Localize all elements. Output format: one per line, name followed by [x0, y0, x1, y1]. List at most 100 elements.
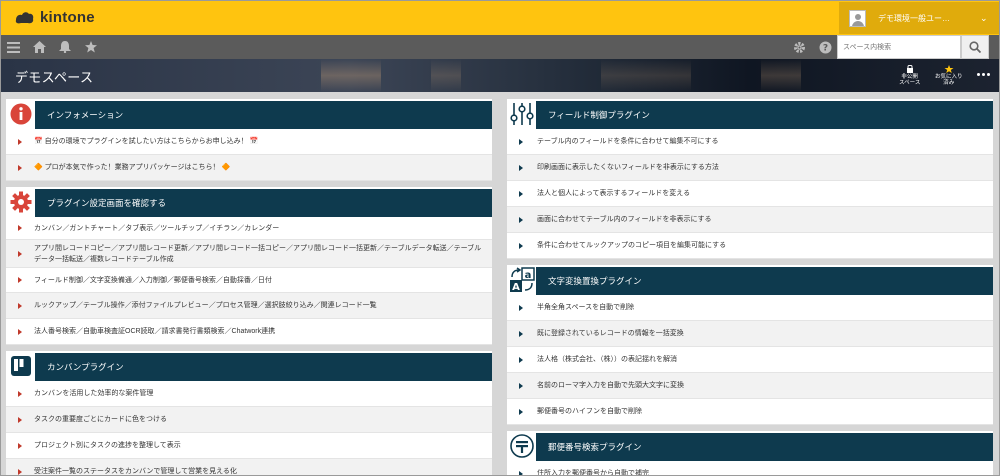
logo-text: kintone: [40, 9, 95, 26]
private-label-2: スペース: [899, 80, 921, 86]
bullet-arrow-icon: [519, 138, 523, 145]
list-item-text: 半角全角スペースを自動で削除: [537, 304, 635, 311]
user-menu[interactable]: デモ環境一般ユー… ⌄: [839, 2, 999, 34]
bullet-arrow-icon: [18, 416, 22, 423]
info-icon: [6, 99, 35, 129]
list-item-link[interactable]: 受注案件一覧のステータスをカンバンで管理して営業を見える化: [6, 459, 492, 475]
bullet-arrow-icon: [18, 250, 22, 257]
link-section: Aa 文字変換置換プラグイン 半角全角スペースを自動で削除 既に登録されているレコード…: [507, 265, 993, 425]
list-item-text: テーブル内のフィールドを条件に合わせて編集不可にする: [537, 138, 719, 145]
list-item-link[interactable]: 法人格（株式会社、（株））の表記揺れを解消: [507, 347, 993, 373]
right-column: フィールド制御プラグインテーブル内のフィールドを条件に合わせて編集不可にする 印刷…: [507, 99, 993, 475]
kanban-icon: [6, 351, 35, 381]
more-options-icon[interactable]: [977, 73, 990, 76]
home-icon[interactable]: [31, 39, 47, 55]
left-column: インフォメーション 📅 自分の環境でプラグインを試したい方はこちらからお申し込み！…: [6, 99, 492, 475]
section-title: フィールド制御プラグイン: [536, 101, 993, 129]
bullet-arrow-icon: [18, 390, 22, 397]
bullet-arrow-icon: [519, 164, 523, 171]
list-item-text: フィールド制御／文字変換備通／入力制御／郵便番号検索／自動採番／日付: [34, 276, 272, 284]
bullet-arrow-icon: [18, 277, 22, 283]
list-item-text: 既に登録されているレコードの情報を一括変換: [537, 330, 684, 337]
avatar: [849, 9, 866, 27]
section-header: Aa 文字変換置換プラグイン: [507, 265, 993, 295]
top-header: kintone デモ環境一般ユー… ⌄: [1, 1, 999, 35]
bullet-arrow-icon: [18, 225, 22, 231]
bullet-arrow-icon: [519, 356, 523, 363]
space-search-input[interactable]: [837, 35, 961, 59]
bullet-arrow-icon: [519, 408, 523, 415]
section-header: フィールド制御プラグイン: [507, 99, 993, 129]
section-title: 郵便番号検索プラグイン: [536, 433, 993, 461]
list-item-link[interactable]: 法人と個人によって表示するフィールドを変える: [507, 181, 993, 207]
favorite-label-2: 済み: [943, 80, 955, 86]
svg-text:?: ?: [822, 43, 827, 53]
list-item-link[interactable]: カンバンを活用した効率的な案件管理: [6, 381, 492, 407]
list-item-link[interactable]: 📅 自分の環境でプラグインを試したい方はこちらからお申し込み！ 📅: [6, 129, 492, 155]
list-item-link[interactable]: ルックアップ／テーブル操作／添付ファイルプレビュー／プロセス管理／選択肢絞り込み…: [6, 293, 492, 319]
bullet-arrow-icon: [519, 304, 523, 311]
list-item-text: 法人と個人によって表示するフィールドを変える: [537, 190, 691, 197]
help-icon[interactable]: ?: [817, 39, 833, 55]
bullet-arrow-icon: [18, 138, 22, 145]
favorite-star-icon: [944, 65, 954, 73]
section-title: インフォメーション: [35, 101, 492, 129]
list-item-text: 📅 自分の環境でプラグインを試したい方はこちらからお申し込み！ 📅: [34, 138, 259, 145]
list-item-link[interactable]: タスクの重要度ごとにカードに色をつける: [6, 407, 492, 433]
section-title: プラグイン設定画面を確認する: [35, 189, 492, 217]
list-item-text: カンバン／ガントチャート／タブ表示／ツールチップ／イチラン／カレンダー: [34, 224, 280, 232]
favorite-button[interactable]: お気に入り 済み: [935, 65, 963, 86]
list-item-text: 条件に合わせてルックアップのコピー項目を編集可能にする: [537, 242, 727, 249]
section-title: 文字変換置換プラグイン: [536, 267, 993, 295]
space-content: インフォメーション 📅 自分の環境でプラグインを試したい方はこちらからお申し込み！…: [1, 92, 999, 475]
list-item-text: プロジェクト別にタスクの進捗を整理して表示: [34, 442, 181, 449]
list-item-link[interactable]: 郵便番号のハイフンを自動で削除: [507, 399, 993, 425]
list-item-link[interactable]: テーブル内のフィールドを条件に合わせて編集不可にする: [507, 129, 993, 155]
list-item-link[interactable]: 画面に合わせてテーブル内のフィールドを非表示にする: [507, 207, 993, 233]
bullet-arrow-icon: [519, 330, 523, 337]
list-item-link[interactable]: 住所入力を郵便番号から自動で補完: [507, 461, 993, 475]
list-item-link[interactable]: 半角全角スペースを自動で削除: [507, 295, 993, 321]
link-section: 郵便番号検索プラグイン 住所入力を郵便番号から自動で補完: [507, 431, 993, 475]
svg-text:a: a: [524, 270, 531, 281]
chevron-down-icon: ⌄: [980, 12, 988, 23]
favorites-star-icon[interactable]: [83, 39, 99, 55]
list-item-link[interactable]: フィールド制御／文字変換備通／入力制御／郵便番号検索／自動採番／日付: [6, 268, 492, 293]
list-item-link[interactable]: 法人番号検索／自動車検査証OCR読取／請求書発行書類検索／Chatwork連携: [6, 319, 492, 345]
list-item-link[interactable]: カンバン／ガントチャート／タブ表示／ツールチップ／イチラン／カレンダー: [6, 217, 492, 240]
list-item-link[interactable]: 名前のローマ字入力を自動で先頭大文字に変換: [507, 373, 993, 399]
list-item-link[interactable]: 条件に合わせてルックアップのコピー項目を編集可能にする: [507, 233, 993, 259]
bullet-arrow-icon: [18, 442, 22, 449]
lock-icon: [906, 65, 913, 73]
list-item-link[interactable]: プロジェクト別にタスクの進捗を整理して表示: [6, 433, 492, 459]
list-item-text: アプリ間レコードコピー／アプリ間レコード更新／アプリ間レコード一括コピー／アプリ…: [34, 244, 482, 263]
menu-icon[interactable]: [5, 39, 21, 55]
list-item-link[interactable]: 印刷画面に表示したくないフィールドを非表示にする方法: [507, 155, 993, 181]
bullet-arrow-icon: [519, 216, 523, 223]
list-item-link[interactable]: 既に登録されているレコードの情報を一括変換: [507, 321, 993, 347]
list-item-link[interactable]: アプリ間レコードコピー／アプリ間レコード更新／アプリ間レコード一括コピー／アプリ…: [6, 240, 492, 268]
search-button[interactable]: [961, 35, 989, 59]
user-name: デモ環境一般ユー…: [878, 13, 950, 23]
link-section: フィールド制御プラグインテーブル内のフィールドを条件に合わせて編集不可にする 印刷…: [507, 99, 993, 259]
list-item-text: 🔶 プロが本気で作った！業務アプリパッケージはこちら！ 🔶: [34, 164, 231, 171]
text-convert-icon: Aa: [507, 265, 536, 295]
bullet-arrow-icon: [519, 190, 523, 197]
list-item-text: 印刷画面に表示したくないフィールドを非表示にする方法: [537, 164, 719, 171]
kintone-window: kintone デモ環境一般ユー… ⌄ ? スペース内検索 デモスペース 非公開…: [0, 0, 1000, 476]
section-header: カンバンプラグイン: [6, 351, 492, 381]
list-item-text: 郵便番号のハイフンを自動で削除: [537, 408, 642, 415]
list-item-text: 画面に合わせてテーブル内のフィールドを非表示にする: [537, 216, 712, 223]
private-space-indicator: 非公開 スペース: [899, 65, 920, 86]
space-title: デモスペース: [15, 70, 94, 85]
kintone-logo[interactable]: kintone: [15, 9, 95, 26]
svg-text:A: A: [512, 282, 520, 293]
settings-gear-icon[interactable]: [791, 39, 807, 55]
link-section: カンバンプラグイン カンバンを活用した効率的な案件管理タスクの重要度ごとにカードに…: [6, 351, 492, 475]
list-item-text: ルックアップ／テーブル操作／添付ファイルプレビュー／プロセス管理／選択肢絞り込み…: [34, 302, 377, 309]
list-item-text: タスクの重要度ごとにカードに色をつける: [34, 416, 167, 423]
list-item-link[interactable]: 🔶 プロが本気で作った！業務アプリパッケージはこちら！ 🔶: [6, 155, 492, 181]
notification-bell-icon[interactable]: [57, 39, 73, 55]
link-section: プラグイン設定画面を確認するカンバン／ガントチャート／タブ表示／ツールチップ／イ…: [6, 187, 492, 345]
list-item-text: 法人格（株式会社、（株））の表記揺れを解消: [537, 356, 677, 363]
